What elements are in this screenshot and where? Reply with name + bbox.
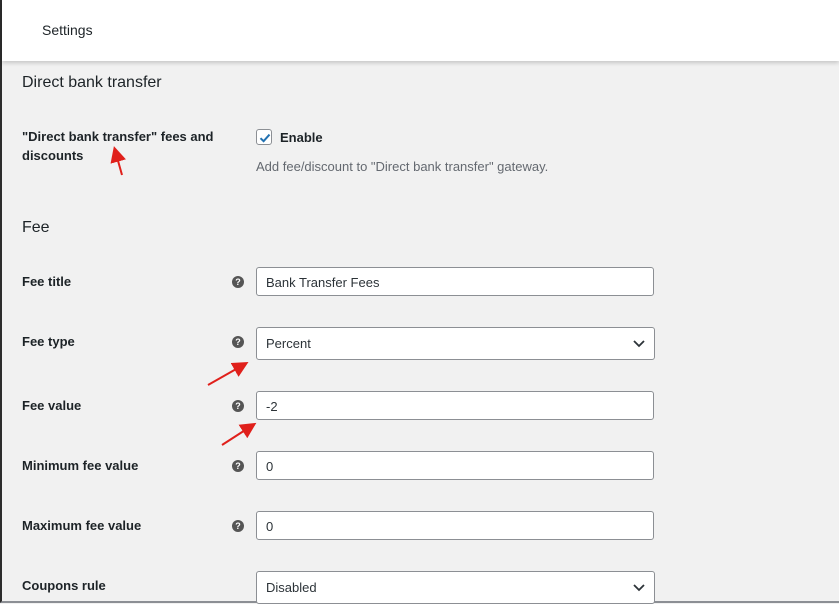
annotation-arrow	[110, 146, 126, 176]
annotation-arrow	[221, 422, 257, 446]
annotation-arrow	[207, 362, 249, 386]
annotation-arrows	[110, 146, 257, 446]
